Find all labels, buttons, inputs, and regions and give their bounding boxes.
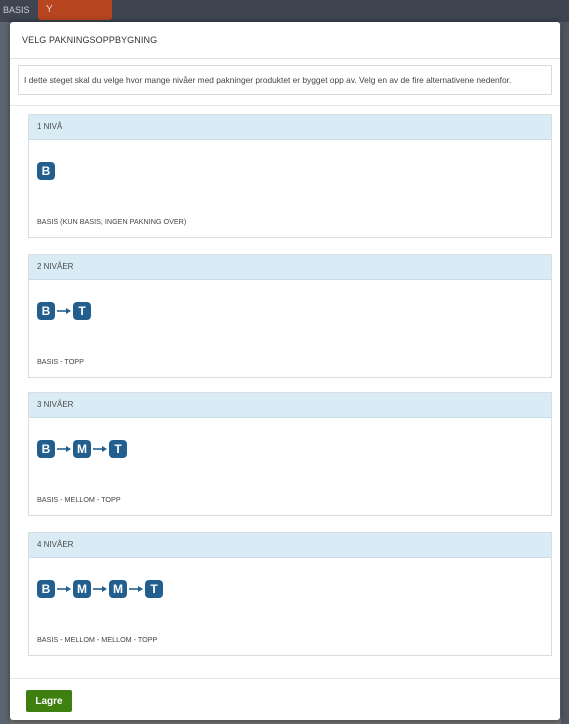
arrow-right-icon — [91, 440, 109, 458]
mellom-level-icon: M — [73, 440, 91, 458]
option-heading: 1 NIVÅ — [29, 115, 551, 140]
level-diagram: B M T — [37, 439, 127, 459]
basis-level-icon: B — [37, 580, 55, 598]
option-heading: 3 NIVÅER — [29, 393, 551, 418]
option-label: BASIS - MELLOM - TOPP — [37, 495, 121, 504]
option-heading: 4 NIVÅER — [29, 533, 551, 558]
option-card-1-level[interactable]: 1 NIVÅ B BASIS (kun basis, ingen pakning… — [28, 114, 552, 238]
topp-level-icon: T — [145, 580, 163, 598]
background-tab: Y Kommunikasjon — [38, 0, 117, 35]
divider — [10, 105, 560, 106]
arrow-right-icon — [55, 302, 73, 320]
basis-level-icon: B — [37, 440, 55, 458]
option-label: BASIS - MELLOM - MELLOM - TOPP — [37, 635, 158, 644]
background-left-panel — [0, 22, 10, 724]
topp-level-icon: T — [109, 440, 127, 458]
option-card-3-levels[interactable]: 3 NIVÅER B M T BASIS - MELLOM - TOPP — [28, 392, 552, 516]
topp-level-icon: T — [73, 302, 91, 320]
basis-level-icon: B — [37, 302, 55, 320]
option-label: BASIS (kun basis, ingen pakning over) — [37, 217, 187, 226]
background-stub-text: BASIS — [3, 5, 30, 15]
option-label: BASIS - TOPP — [37, 357, 84, 366]
option-card-2-levels[interactable]: 2 NIVÅER B T BASIS - TOPP — [28, 254, 552, 378]
mellom-level-icon: M — [109, 580, 127, 598]
arrow-right-icon — [91, 580, 109, 598]
mellom-level-icon: M — [73, 580, 91, 598]
option-card-4-levels[interactable]: 4 NIVÅER B M M T BASIS - MELLOM - MELLOM… — [28, 532, 552, 656]
arrow-right-icon — [127, 580, 145, 598]
footer-divider — [10, 678, 560, 679]
dialog-intro-text: I dette steget skal du velge hvor mange … — [18, 65, 552, 95]
arrow-right-icon — [55, 580, 73, 598]
basis-level-icon: B — [37, 162, 55, 180]
option-heading: 2 NIVÅER — [29, 255, 551, 280]
packaging-dialog: VELG PAKNINGSOPPBYGNING I dette steget s… — [10, 22, 560, 720]
dialog-title: VELG PAKNINGSOPPBYGNING — [10, 22, 560, 59]
level-diagram: B T — [37, 301, 91, 321]
save-button[interactable]: Lagre — [26, 690, 72, 712]
background-right-panel — [561, 22, 569, 724]
arrow-right-icon — [55, 440, 73, 458]
level-diagram: B — [37, 161, 55, 181]
level-diagram: B M M T — [37, 579, 163, 599]
